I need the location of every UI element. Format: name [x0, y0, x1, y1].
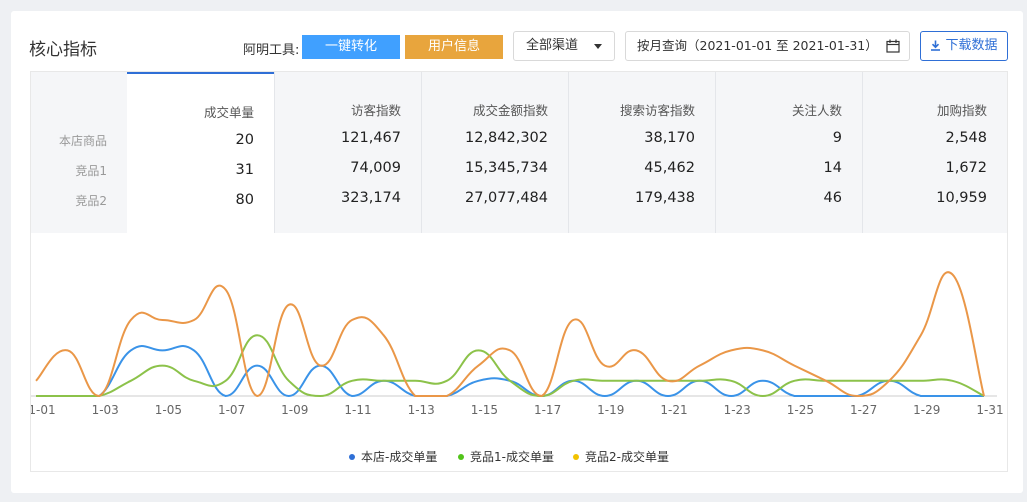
metric-value: 15,345,734 — [464, 160, 548, 176]
metric-value: 31 — [235, 162, 254, 178]
x-tick-label: 1-31 — [976, 403, 1003, 417]
tool-label: 阿明工具: — [243, 43, 300, 58]
calendar-icon — [886, 39, 900, 53]
metric-tab-search-visitors[interactable]: 搜索访客指数 38,170 45,462 179,438 — [568, 72, 715, 233]
metric-value: 179,438 — [635, 190, 695, 206]
x-tick-label: 1-09 — [281, 403, 308, 417]
metric-value: 10,959 — [936, 190, 987, 206]
metric-tab-visitors[interactable]: 访客指数 121,467 74,009 323,174 — [274, 72, 421, 233]
legend-dot-icon — [458, 454, 464, 460]
date-range-value: 按月查询（2021-01-01 至 2021-01-31） — [637, 38, 878, 53]
metric-tab-orders[interactable]: 成交单量 20 31 80 — [127, 72, 274, 233]
x-tick-label: 1-07 — [218, 403, 245, 417]
legend-item-own[interactable]: 本店-成交单量 — [349, 448, 437, 465]
metric-header: 关注人数 — [791, 103, 842, 118]
legend-dot-icon — [573, 454, 579, 460]
legend-label: 竞品1-成交单量 — [470, 450, 554, 464]
date-range-picker[interactable]: 按月查询（2021-01-01 至 2021-01-31） — [625, 31, 910, 61]
legend-label: 竞品2-成交单量 — [585, 450, 669, 464]
metrics-panel: 本店商品 竞品1 竞品2 成交单量 20 31 80 访客指数 121,467 … — [30, 71, 1008, 472]
metric-value: 1,672 — [945, 160, 987, 176]
page-title: 核心指标 — [29, 40, 97, 60]
user-info-button[interactable]: 用户信息 — [405, 35, 503, 59]
metric-value: 2,548 — [945, 130, 987, 146]
metric-value: 74,009 — [350, 160, 401, 176]
metric-value: 12,842,302 — [464, 130, 548, 146]
metric-header: 访客指数 — [350, 103, 401, 118]
metric-value: 20 — [235, 132, 254, 148]
x-tick-label: 1-21 — [660, 403, 687, 417]
x-tick-label: 1-05 — [155, 403, 182, 417]
metric-header: 成交单量 — [203, 105, 254, 120]
metric-tab-add-to-cart[interactable]: 加购指数 2,548 1,672 10,959 — [862, 72, 1007, 233]
caret-down-icon — [594, 44, 602, 49]
metric-value: 121,467 — [341, 130, 401, 146]
x-tick-label: 1-29 — [913, 403, 940, 417]
metric-header: 搜索访客指数 — [619, 103, 695, 118]
legend-item-competitor1[interactable]: 竞品1-成交单量 — [458, 448, 554, 465]
metric-tab-amount[interactable]: 成交金额指数 12,842,302 15,345,734 27,077,484 — [421, 72, 568, 233]
x-tick-label: 1-13 — [408, 403, 435, 417]
download-data-button[interactable]: 下载数据 — [920, 31, 1008, 61]
x-tick-label: 1-27 — [850, 403, 877, 417]
metric-value: 80 — [235, 192, 254, 208]
metric-value: 38,170 — [644, 130, 695, 146]
metric-tab-followers[interactable]: 关注人数 9 14 46 — [715, 72, 862, 233]
row-labels: 本店商品 竞品1 竞品2 — [31, 72, 127, 233]
x-tick-label: 1-25 — [787, 403, 814, 417]
row-label-competitor2: 竞品2 — [75, 194, 107, 208]
metric-value: 323,174 — [341, 190, 401, 206]
metric-value: 46 — [823, 190, 842, 206]
convert-button[interactable]: 一键转化 — [302, 35, 400, 59]
metric-value: 27,077,484 — [464, 190, 548, 206]
core-metrics-card: 核心指标 阿明工具: 一键转化 用户信息 全部渠道 按月查询（2021-01-0… — [11, 11, 1023, 493]
legend-label: 本店-成交单量 — [361, 450, 438, 464]
metric-value: 9 — [832, 130, 842, 146]
x-tick-label: 1-03 — [92, 403, 119, 417]
x-tick-label: 1-11 — [344, 403, 371, 417]
series-line-competitor1 — [36, 334, 985, 398]
channel-select[interactable]: 全部渠道 — [513, 31, 615, 61]
row-label-own: 本店商品 — [58, 134, 107, 148]
metric-value: 14 — [823, 160, 842, 176]
x-tick-label: 1-19 — [597, 403, 624, 417]
metric-header: 成交金额指数 — [472, 103, 548, 118]
x-tick-label: 1-17 — [534, 403, 561, 417]
legend-item-competitor2[interactable]: 竞品2-成交单量 — [573, 448, 669, 465]
download-icon — [931, 40, 941, 51]
x-tick-label: 1-15 — [471, 403, 498, 417]
legend-dot-icon — [349, 454, 355, 460]
line-chart: 1-01 1-03 1-05 1-07 1-09 1-11 1-13 1-15 1-17 1-19… — [31, 271, 1004, 417]
channel-select-value: 全部渠道 — [526, 38, 579, 53]
x-tick-label: 1-23 — [724, 403, 751, 417]
row-label-competitor1: 竞品1 — [75, 164, 107, 178]
metric-value: 45,462 — [644, 160, 695, 176]
x-tick-label: 1-01 — [31, 403, 56, 417]
metric-header: 加购指数 — [936, 103, 987, 118]
series-line-competitor2 — [35, 271, 985, 398]
download-label: 下载数据 — [945, 38, 998, 53]
